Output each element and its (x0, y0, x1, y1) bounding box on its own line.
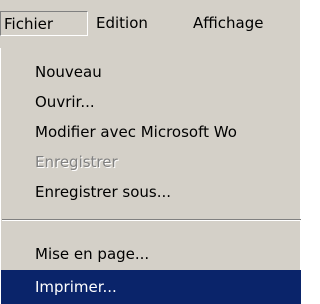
menu-item-imprimer[interactable]: Imprimer... (1, 270, 301, 304)
menu-item-label: Enregistrer (35, 153, 118, 171)
menu-item-label: Mise en page... (35, 245, 150, 263)
menu-separator (2, 219, 301, 221)
menu-bar: Fichier Edition Affichage (0, 0, 300, 48)
menu-item-ouvrir[interactable]: Ouvrir... (1, 87, 301, 117)
menu-item-nouveau[interactable]: Nouveau (1, 57, 301, 87)
menu-item-label: Imprimer... (35, 278, 117, 296)
menu-item-label: Ouvrir... (35, 93, 95, 111)
menu-item-enregistrer: Enregistrer (1, 147, 301, 177)
menu-item-label: Nouveau (35, 63, 102, 81)
menu-item-mise-en-page[interactable]: Mise en page... (1, 239, 301, 269)
menu-fichier[interactable]: Fichier (0, 11, 88, 36)
menu-item-label: Enregistrer sous... (35, 183, 172, 201)
menu-edition[interactable]: Edition (96, 11, 148, 36)
menu-item-enregistrer-sous[interactable]: Enregistrer sous... (1, 177, 301, 207)
fichier-dropdown-menu: Nouveau Ouvrir... Modifier avec Microsof… (0, 48, 301, 304)
menu-item-modifier-avec-word[interactable]: Modifier avec Microsoft Wo (1, 117, 301, 147)
menu-affichage[interactable]: Affichage (193, 11, 263, 36)
menu-item-label: Modifier avec Microsoft Wo (35, 123, 237, 141)
